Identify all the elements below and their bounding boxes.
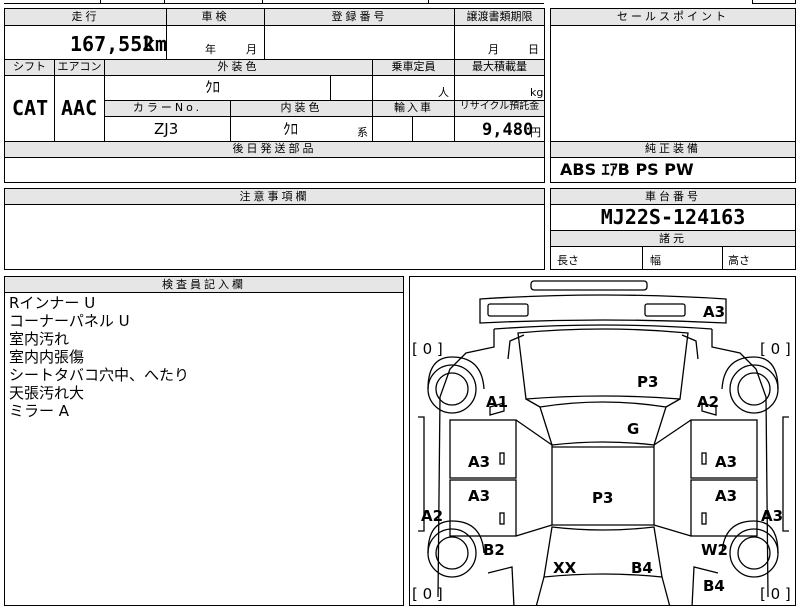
damage-mark-rear-right-door: A3 — [715, 487, 737, 505]
inspector-note-item: シートタバコ穴中、へたり — [9, 366, 190, 384]
damage-mark-front-left-door: A3 — [468, 453, 490, 471]
chassis-no-label: 車台番号 — [645, 190, 701, 203]
inspector-note-item: ミラー A — [9, 402, 70, 420]
damage-mark-rear-right-fender: W2 — [701, 541, 728, 559]
interior-kei-unit: 系 — [357, 126, 368, 139]
car-diagram-box: [ 0 ] [ 0 ] [ 0 ] [ 0 ] A3 P3 A1 A2 G A3… — [409, 276, 796, 606]
interior-color-value: ｸﾛ — [283, 120, 299, 138]
import-label: 輸入車 — [394, 101, 433, 114]
damage-mark-rear-left-door: A3 — [468, 487, 490, 505]
damage-mark-front-right-door: A3 — [715, 453, 737, 471]
car-diagram: [ 0 ] [ 0 ] [ 0 ] [ 0 ] A3 P3 A1 A2 G A3… — [412, 280, 791, 605]
interior-color-label: 内装色 — [280, 101, 323, 114]
height-label: 高さ — [728, 254, 750, 267]
deadline-day-unit: 日 — [528, 43, 539, 56]
inspector-note-item: コーナーパネル U — [9, 312, 130, 330]
shift-value: CAT — [12, 96, 49, 120]
genuine-equipment-value: ABS ｴｱB PS PW — [560, 160, 694, 179]
damage-mark-rear-left: XX — [553, 559, 577, 577]
dimensions-label: 諸元 — [659, 232, 687, 245]
inspector-note-item: 室内汚れ — [9, 330, 70, 348]
inspector-note-item: 天張汚れ大 — [9, 384, 85, 402]
genuine-equipment-label: 純正装備 — [645, 142, 701, 155]
mileage-value: 167,552 — [70, 32, 155, 56]
width-label: 幅 — [650, 254, 661, 267]
damage-mark-left-sill: A2 — [421, 507, 443, 525]
recycle-fee-value: 9,480 — [482, 120, 534, 140]
color-no-label: カラーNo. — [132, 101, 203, 114]
max-load-label: 最大積載量 — [472, 60, 527, 73]
tire-tread-front-right: [ 0 ] — [760, 340, 791, 358]
inspector-notes-list: Rインナー U コーナーパネル U 室内汚れ 室内内張傷 シートタバコ穴中、へた… — [9, 294, 189, 420]
damage-mark-front-right-fender: A2 — [697, 393, 719, 411]
max-load-unit: kg — [530, 86, 544, 99]
inspection-year-unit: 年 — [205, 43, 216, 56]
capacity-label: 乗車定員 — [391, 60, 436, 73]
later-parts-label: 後日発送部品 — [232, 142, 317, 155]
recycle-fee-unit: 円 — [530, 126, 541, 139]
mileage-unit: km — [143, 32, 168, 56]
tire-tread-front-left: [ 0 ] — [412, 340, 443, 358]
damage-mark-rear-right: B4 — [703, 577, 725, 595]
inspector-note-item: 室内内張傷 — [9, 348, 85, 366]
inspector-notes-label: 検査員記入欄 — [162, 278, 246, 291]
damage-mark-roof: P3 — [592, 489, 613, 507]
damage-mark-windshield: G — [627, 420, 639, 438]
damage-mark-hood: P3 — [637, 373, 658, 391]
damage-mark-rear-center: B4 — [631, 559, 653, 577]
sales-point-label: セールスポイント — [617, 10, 729, 23]
damage-mark-rear-left-fender: B2 — [483, 541, 505, 559]
notes-label: 注意事項欄 — [239, 190, 310, 203]
color-no-value: ZJ3 — [154, 120, 179, 138]
damage-mark-front-right: A3 — [703, 303, 725, 321]
registration-label: 登録番号 — [331, 10, 388, 23]
aircon-value: AAC — [61, 96, 98, 120]
aircon-label: エアコン — [57, 60, 102, 73]
recycle-fee-label: リサイクル預託金 — [459, 101, 540, 112]
inspector-note-item: Rインナー U — [9, 294, 96, 312]
exterior-color-label: 外装色 — [217, 60, 260, 73]
capacity-unit: 人 — [438, 86, 449, 99]
chassis-no-value: MJ22S-124163 — [600, 205, 746, 229]
inspection-label: 車検 — [201, 10, 230, 23]
shift-label: シフト — [13, 60, 46, 73]
deadline-month-unit: 月 — [488, 43, 499, 56]
tire-tread-rear-left: [ 0 ] — [412, 585, 443, 603]
transfer-deadline-label: 譲渡書類期限 — [466, 10, 533, 23]
inspection-month-unit: 月 — [246, 43, 257, 56]
length-label: 長さ — [557, 254, 579, 267]
mileage-label: 走行 — [71, 10, 100, 23]
exterior-color-value: ｸﾛ — [205, 78, 221, 96]
damage-mark-front-left-fender: A1 — [486, 393, 508, 411]
tire-tread-rear-right: [ 0 ] — [760, 585, 791, 603]
damage-mark-right-sill: A3 — [761, 507, 783, 525]
